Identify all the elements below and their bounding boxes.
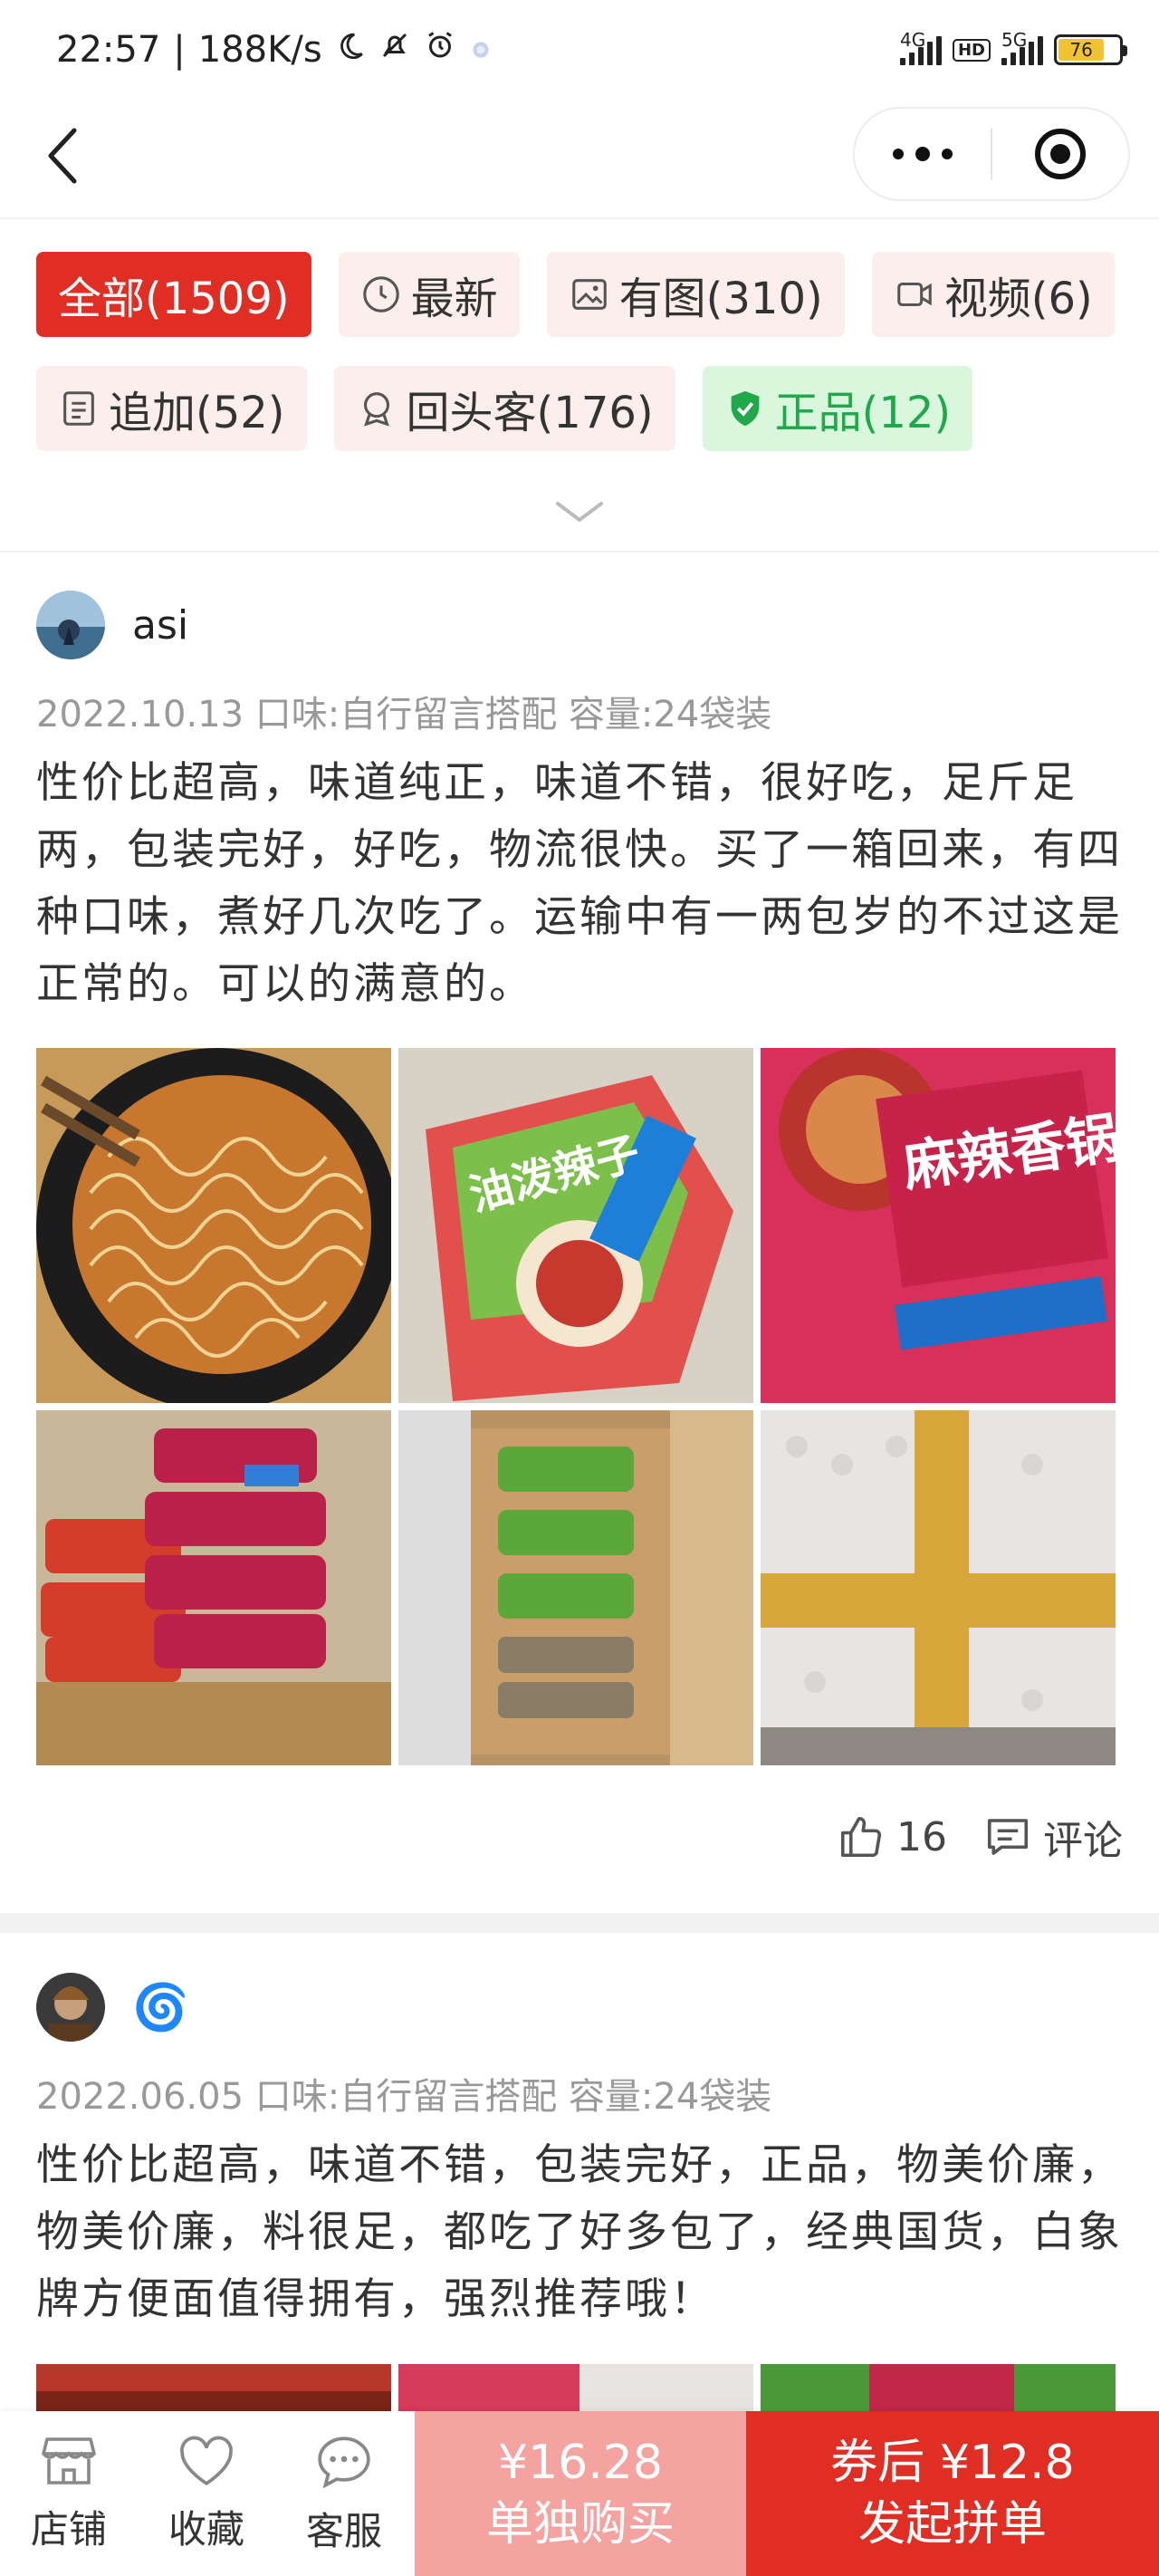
muted-bell-icon [378,29,411,71]
review-image[interactable] [761,1410,1116,1765]
filter-latest[interactable]: 最新 [338,252,520,337]
favorite-button[interactable]: 收藏 [138,2411,275,2576]
review-image[interactable]: 油泼辣子 [398,1048,753,1403]
shop-button[interactable]: 店铺 [0,2411,138,2576]
back-button[interactable] [36,120,91,192]
favorite-label: 收藏 [168,2506,244,2552]
image-icon [571,279,607,310]
review-text: 性价比超高，味道纯正，味道不错，很好吃，足斤足两，包装完好，好吃，物流很快。买了… [36,758,1123,1009]
network-speed: 188K/s [197,29,322,71]
more-dots-icon [893,147,953,161]
review-image[interactable] [36,1048,391,1403]
review-user: asi [36,591,188,659]
review-image[interactable]: 麻辣香锅 [761,1048,1116,1403]
shop-icon [42,2437,96,2485]
buy-alone-button[interactable]: ¥16.28 单独购买 [415,2411,746,2576]
comment-icon [987,1819,1029,1855]
clock-icon [362,276,399,312]
comment-label: 评论 [1043,1818,1123,1864]
status-bar: 22:57 | 188K/s 4G HD 5G 76 [0,0,1159,100]
chevron-down-icon [556,502,603,523]
navigation-bar [0,100,1159,217]
document-icon [63,391,94,426]
review-meta: 2022.06.05 口味:自行留言搭配 容量:24袋装 [36,2076,772,2118]
review-actions: 16 评论 [837,1808,1123,1866]
review-meta: 2022.10.13 口味:自行留言搭配 容量:24袋装 [36,694,772,735]
filter-returning-customer[interactable]: 回头客(176) [333,366,675,451]
like-button[interactable]: 16 [837,1812,947,1861]
avatar[interactable] [36,1973,105,2042]
alarm-icon [424,29,456,71]
moon-icon [335,29,366,71]
expand-filters-button[interactable] [552,498,607,529]
video-icon [896,282,932,307]
start-group-buy-button[interactable]: 券后 ¥12.8 发起拼单 [746,2411,1159,2576]
filter-all[interactable]: 全部(1509) [36,252,311,337]
mini-program-capsule [853,107,1130,201]
avatar[interactable] [36,591,105,659]
review-text: 性价比超高，味道不错，包装完好，正品，物美价廉，物美价廉，料很足，都吃了好多包了… [36,2140,1123,2324]
filter-with-images[interactable]: 有图(310) [546,252,845,337]
target-circle-icon [1035,129,1086,179]
review-user: 🌀 [36,1973,188,2042]
filter-genuine[interactable]: 正品(12) [702,366,973,451]
chat-bubble-icon [318,2436,370,2488]
review-images: 油泼辣子 麻辣香锅 [36,1048,1119,1765]
group-buy-label: 发起拼单 [857,2497,1047,2552]
shop-label: 店铺 [30,2506,107,2552]
shield-check-icon [731,390,759,427]
comment-button[interactable]: 评论 [983,1808,1123,1866]
thumbs-up-icon [840,1816,882,1858]
review-image[interactable] [398,2364,753,2418]
signal-5g-icon: 5G [1001,29,1043,65]
close-mini-program-button[interactable] [992,109,1128,199]
status-time: 22:57 [56,29,161,71]
review-image[interactable] [36,2364,391,2418]
customer-service-button[interactable]: 客服 [275,2411,413,2576]
hd-badge: HD [952,38,991,62]
filter-video[interactable]: 视频(6) [871,252,1115,337]
review-filter-bar: 全部(1509) 最新 有图(310) 视频(6) 追加(52) 回头客(176… [36,252,1141,451]
purchase-bar: 店铺 收藏 客服 ¥16.28 单独购买 券后 ¥12.8 发起拼单 [0,2411,1159,2576]
heart-icon [180,2436,233,2485]
single-buy-label: 单独购买 [485,2497,675,2552]
badge-icon [363,392,389,427]
customer-service-label: 客服 [305,2508,382,2553]
app-notification-icon [469,29,493,71]
review-images [36,2364,1119,2418]
like-count: 16 [896,1813,947,1860]
single-price: ¥16.28 [498,2436,663,2490]
group-price: 券后 ¥12.8 [830,2436,1075,2490]
review-image[interactable] [36,1410,391,1765]
username: 🌀 [132,1980,189,2033]
review-image[interactable] [398,1410,753,1765]
signal-4g-icon: 4G [899,29,942,65]
battery-icon: 76 [1054,34,1127,65]
username: asi [132,601,189,649]
back-arrow-icon [48,128,77,184]
review-image[interactable] [761,2364,1116,2418]
filter-follow-up[interactable]: 追加(52) [36,366,307,451]
more-button[interactable] [855,109,991,199]
